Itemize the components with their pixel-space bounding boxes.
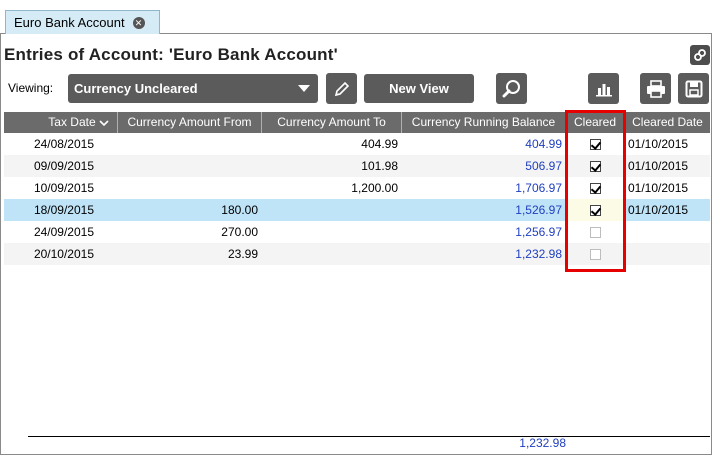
running-balance-cell: 1,526.97 xyxy=(515,203,562,217)
totals-divider xyxy=(28,436,710,437)
tax-date-cell: 10/09/2015 xyxy=(33,181,94,195)
amount-from-cell: 180.00 xyxy=(221,203,258,217)
chart-button[interactable] xyxy=(588,73,619,104)
amount-from-cell xyxy=(118,133,262,155)
save-icon xyxy=(685,80,702,97)
column-header-running-balance[interactable]: Currency Running Balance xyxy=(402,112,566,133)
cleared-date-cell xyxy=(625,243,710,265)
viewing-label: Viewing: xyxy=(8,81,54,95)
running-balance-cell: 1,256.97 xyxy=(515,225,562,239)
link-icon[interactable] xyxy=(690,45,710,65)
pencil-icon xyxy=(334,81,349,96)
tab-strip: Euro Bank Account ✕ xyxy=(0,0,712,34)
cleared-date-cell: 01/10/2015 xyxy=(628,181,689,195)
table-row[interactable]: 09/09/2015 101.98 506.97 01/10/2015 xyxy=(4,155,710,177)
table-row-selected[interactable]: 18/09/2015 180.00 1,526.97 01/10/2015 xyxy=(4,199,710,221)
amount-to-cell: 101.98 xyxy=(361,159,398,173)
column-header-amount-to[interactable]: Currency Amount To xyxy=(262,112,402,133)
cleared-checkbox[interactable] xyxy=(590,182,601,194)
tax-date-cell: 24/09/2015 xyxy=(33,225,94,239)
table-row[interactable]: 24/08/2015 404.99 404.99 01/10/2015 xyxy=(4,133,710,155)
grid-body: 24/08/2015 404.99 404.99 01/10/2015 09/0… xyxy=(4,133,710,265)
amount-to-cell xyxy=(262,243,402,265)
amount-from-cell: 23.99 xyxy=(227,247,258,261)
cleared-date-cell: 01/10/2015 xyxy=(628,203,689,217)
amount-to-cell xyxy=(262,199,402,221)
running-balance-total: 1,232.98 xyxy=(519,436,566,450)
tax-date-cell: 20/10/2015 xyxy=(33,247,94,261)
column-header-cleared[interactable]: Cleared xyxy=(566,112,625,133)
cleared-cell xyxy=(566,221,625,243)
column-header-cleared-date[interactable]: Cleared Date xyxy=(625,112,710,133)
search-button[interactable] xyxy=(496,73,527,104)
search-icon xyxy=(502,79,520,97)
printer-icon xyxy=(646,79,665,98)
running-balance-cell: 1,706.97 xyxy=(515,181,562,195)
bar-chart-icon xyxy=(595,83,612,96)
cleared-date-cell xyxy=(625,221,710,243)
cleared-cell xyxy=(566,199,625,221)
column-header-amount-from[interactable]: Currency Amount From xyxy=(118,112,262,133)
amount-to-cell: 404.99 xyxy=(361,137,398,151)
table-row[interactable]: 10/09/2015 1,200.00 1,706.97 01/10/2015 xyxy=(4,177,710,199)
page-title: Entries of Account: 'Euro Bank Account' xyxy=(4,45,338,64)
close-icon[interactable]: ✕ xyxy=(132,16,145,29)
column-header-tax-date[interactable]: Tax Date xyxy=(4,112,118,133)
tab-euro-bank-account[interactable]: Euro Bank Account ✕ xyxy=(5,10,160,34)
view-select[interactable]: Currency Uncleared xyxy=(68,74,318,103)
amount-to-cell: 1,200.00 xyxy=(351,181,398,195)
cleared-cell xyxy=(566,133,625,155)
cleared-checkbox[interactable] xyxy=(590,138,601,150)
grid-header: Tax Date Currency Amount From Currency A… xyxy=(4,112,710,133)
cleared-cell xyxy=(566,155,625,177)
sort-descending-icon xyxy=(99,120,109,126)
running-balance-cell: 404.99 xyxy=(525,137,562,151)
new-view-button[interactable]: New View xyxy=(364,74,474,103)
tab-label: Euro Bank Account xyxy=(14,15,125,30)
cleared-checkbox[interactable] xyxy=(590,248,601,260)
tax-date-cell: 09/09/2015 xyxy=(33,159,94,173)
column-header-label: Tax Date xyxy=(48,115,96,129)
tax-date-cell: 24/08/2015 xyxy=(33,137,94,151)
table-row[interactable]: 20/10/2015 23.99 1,232.98 xyxy=(4,243,710,265)
chevron-down-icon xyxy=(298,85,310,92)
amount-to-cell xyxy=(262,221,402,243)
amount-from-cell xyxy=(118,155,262,177)
amount-from-cell: 270.00 xyxy=(221,225,258,239)
cleared-cell xyxy=(566,177,625,199)
print-button[interactable] xyxy=(640,73,671,104)
cleared-checkbox[interactable] xyxy=(590,226,601,238)
amount-from-cell xyxy=(118,177,262,199)
save-button[interactable] xyxy=(678,73,709,104)
cleared-cell xyxy=(566,243,625,265)
cleared-date-cell: 01/10/2015 xyxy=(628,137,689,151)
tax-date-cell: 18/09/2015 xyxy=(33,203,94,217)
cleared-date-cell: 01/10/2015 xyxy=(628,159,689,173)
edit-view-button[interactable] xyxy=(326,73,357,104)
view-select-value: Currency Uncleared xyxy=(74,81,198,96)
running-balance-cell: 506.97 xyxy=(525,159,562,173)
cleared-checkbox[interactable] xyxy=(590,160,601,172)
cleared-checkbox[interactable] xyxy=(590,204,601,216)
table-row[interactable]: 24/09/2015 270.00 1,256.97 xyxy=(4,221,710,243)
running-balance-cell: 1,232.98 xyxy=(515,247,562,261)
